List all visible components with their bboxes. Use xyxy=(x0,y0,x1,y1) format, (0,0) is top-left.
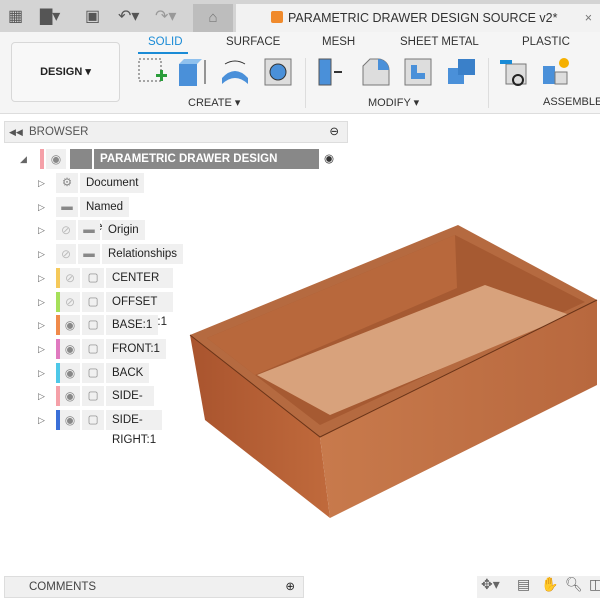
divider xyxy=(305,58,306,108)
create-sketch-icon[interactable] xyxy=(136,56,168,88)
body-icon: ▢ xyxy=(82,338,104,359)
hole-icon[interactable] xyxy=(262,56,294,88)
eye-icon[interactable]: ◉ xyxy=(46,149,66,169)
home-icon[interactable]: ⌂ xyxy=(193,4,233,32)
undo-icon[interactable]: ↶▾ xyxy=(118,6,139,26)
tab-mesh[interactable]: MESH xyxy=(322,36,355,48)
file-icon[interactable]: ▇▾ xyxy=(40,6,60,26)
comments-title: COMMENTS xyxy=(29,581,97,593)
eye-icon[interactable]: ◉ xyxy=(60,315,80,336)
add-comment-icon[interactable]: ⊕ xyxy=(285,577,295,597)
browser-item-label: SIDE-LEFT:1 xyxy=(106,386,155,422)
browser-item-label: Document Settings xyxy=(80,173,145,209)
browser-item-label: Relationships xyxy=(102,244,184,265)
comments-panel[interactable]: COMMENTS ⊕ xyxy=(4,576,304,598)
body-icon: ▢ xyxy=(82,362,104,383)
expand-triangle-icon[interactable]: ▷ xyxy=(38,220,45,240)
body-icon: ▢ xyxy=(82,386,104,407)
eye-hidden-icon[interactable]: ⊘ xyxy=(56,244,76,265)
shell-icon[interactable] xyxy=(402,56,434,88)
active-tab-underline xyxy=(138,52,188,54)
collapse-panel-icon[interactable]: ◀◀ xyxy=(9,122,23,142)
root-label: PARAMETRIC DRAWER DESIGN SOUR... xyxy=(94,149,319,185)
body-icon: ▢ xyxy=(82,315,104,336)
divider xyxy=(488,58,489,108)
tab-sheet-metal[interactable]: SHEET METAL xyxy=(400,36,479,48)
expand-triangle-icon[interactable]: ▷ xyxy=(38,363,45,383)
combine-icon[interactable] xyxy=(446,56,478,88)
joint-icon[interactable] xyxy=(498,56,530,88)
browser-item-label: BACK v1:1 xyxy=(106,362,150,399)
eye-icon[interactable]: ◉ xyxy=(60,410,80,430)
top-bar: ▦ ▇▾ ▣ ↶▾ ↷▾ ⌂ PARAMETRIC DRAWER DESIGN … xyxy=(0,0,600,32)
expand-triangle-icon[interactable]: ▷ xyxy=(38,339,45,359)
grid-icon[interactable]: ▦ xyxy=(8,6,23,26)
expand-triangle-icon[interactable]: ▷ xyxy=(38,268,45,288)
pan-hand-icon[interactable]: ✋ xyxy=(541,576,558,593)
orbit-icon[interactable]: ✥▾ xyxy=(481,576,500,593)
folder-icon: ▬ xyxy=(78,220,100,241)
expand-triangle-icon[interactable]: ▷ xyxy=(38,315,45,335)
document-tab[interactable]: PARAMETRIC DRAWER DESIGN SOURCE v2* × xyxy=(236,4,600,32)
eye-icon[interactable]: ◉ xyxy=(60,386,80,407)
navigation-bar: ✥▾ ▤ ✋ 🔍︎ ◫ xyxy=(477,576,600,598)
close-tab-button[interactable]: × xyxy=(585,4,592,32)
expand-triangle-icon[interactable]: ◢ xyxy=(20,149,27,169)
folder-icon: ▬ xyxy=(78,244,100,265)
gear-icon: ⚙ xyxy=(56,173,78,193)
browser-item-label: BASE:1 xyxy=(106,315,159,336)
redo-icon[interactable]: ↷▾ xyxy=(155,6,176,26)
body-icon: ▢ xyxy=(82,291,104,312)
extrude-icon[interactable] xyxy=(176,56,208,88)
browser-item-label: FRONT:1 xyxy=(106,338,166,359)
eye-hidden-icon[interactable]: ⊘ xyxy=(56,220,76,241)
browser-panel-header[interactable]: ◀◀ BROWSER ⊖ xyxy=(4,121,348,143)
new-component-icon[interactable] xyxy=(540,56,572,88)
expand-triangle-icon[interactable]: ▷ xyxy=(38,410,45,430)
modify-menu[interactable]: MODIFY ▾ xyxy=(368,96,419,109)
press-pull-icon[interactable] xyxy=(316,56,348,88)
workspace-switcher[interactable]: DESIGN ▾ xyxy=(11,42,120,102)
color-bar xyxy=(40,149,44,169)
fit-icon[interactable]: ◫ xyxy=(589,576,600,593)
expand-triangle-icon[interactable]: ▷ xyxy=(38,244,45,264)
look-at-icon[interactable]: ▤ xyxy=(517,576,530,593)
expand-triangle-icon[interactable]: ▷ xyxy=(38,197,45,217)
tab-plastic[interactable]: PLASTIC xyxy=(522,36,570,48)
expand-triangle-icon[interactable]: ▷ xyxy=(38,386,45,406)
eye-icon[interactable]: ◉ xyxy=(60,362,80,383)
document-title: PARAMETRIC DRAWER DESIGN SOURCE v2* xyxy=(288,11,558,25)
component-icon xyxy=(70,149,92,169)
create-menu[interactable]: CREATE ▾ xyxy=(188,96,240,109)
component-icon: ▢ xyxy=(82,267,104,288)
tab-solid[interactable]: SOLID xyxy=(148,36,183,48)
design-cube-icon xyxy=(271,11,283,23)
browser-item-label: SIDE-RIGHT:1 xyxy=(106,410,163,446)
drawer-model-viewport[interactable] xyxy=(185,220,600,525)
minimize-icon[interactable]: ⊖ xyxy=(329,122,339,142)
revolve-icon[interactable] xyxy=(219,56,251,88)
browser-item-label: Origin xyxy=(102,220,145,241)
save-icon[interactable]: ▣ xyxy=(85,6,100,26)
folder-icon: ▬ xyxy=(56,196,78,217)
body-icon: ▢ xyxy=(82,410,104,430)
zoom-icon[interactable]: 🔍︎ xyxy=(565,576,583,593)
browser-item-label: Named Views xyxy=(80,196,130,233)
browser-item-label: CENTER PLANES:1 xyxy=(106,267,173,304)
eye-icon[interactable]: ◉ xyxy=(60,338,80,359)
fillet-icon[interactable] xyxy=(360,56,392,88)
browser-title: BROWSER xyxy=(29,126,89,138)
eye-hidden-icon[interactable]: ⊘ xyxy=(60,291,80,312)
assemble-menu[interactable]: ASSEMBLE xyxy=(543,96,600,108)
activate-radio[interactable]: ◉ xyxy=(324,149,334,169)
tab-surface[interactable]: SURFACE xyxy=(226,36,280,48)
toolbar-ribbon: DESIGN ▾ SOLID SURFACE MESH SHEET METAL … xyxy=(0,32,600,114)
eye-hidden-icon[interactable]: ⊘ xyxy=(60,267,80,288)
browser-item-label: OFFSET PLANES:1 xyxy=(106,291,173,328)
expand-triangle-icon[interactable]: ▷ xyxy=(38,292,45,312)
expand-triangle-icon[interactable]: ▷ xyxy=(38,173,45,193)
